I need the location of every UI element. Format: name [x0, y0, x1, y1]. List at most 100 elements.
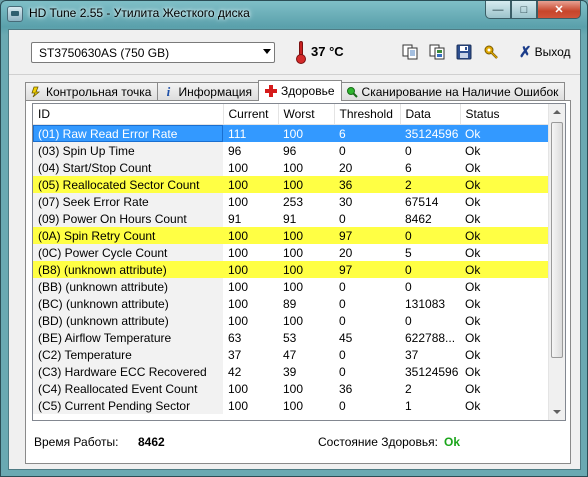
cell-status: Ok	[465, 347, 481, 362]
scroll-up-button[interactable]	[549, 104, 565, 120]
app-icon	[7, 6, 23, 22]
cell-worst: 96	[283, 143, 297, 158]
tab-label: Здоровье	[280, 84, 335, 98]
table-row[interactable]: (C2) Temperature 37 47 0 37 Ok	[33, 346, 549, 363]
cell-current: 42	[228, 364, 242, 379]
table-row[interactable]: (09) Power On Hours Count 91 91 0 8462 Ok	[33, 210, 549, 227]
cell-status: Ok	[465, 194, 481, 209]
cell-worst: 100	[283, 245, 304, 260]
minimize-icon[interactable]: —	[485, 1, 511, 19]
cell-status: Ok	[460, 124, 549, 142]
table-row[interactable]: (C5) Current Pending Sector 100 100 0 1 Ok	[33, 397, 549, 414]
column-header-current[interactable]: Current	[223, 104, 279, 125]
cell-status: Ok	[465, 245, 481, 260]
cell-id: (0A) Spin Retry Count	[33, 227, 223, 244]
copy-info-icon[interactable]	[428, 43, 446, 61]
exit-button[interactable]: ✗ Выход	[519, 42, 570, 62]
cell-data: 35124596	[405, 364, 459, 379]
cell-current: 100	[223, 261, 278, 278]
cell-current: 63	[228, 330, 242, 345]
cell-worst: 47	[283, 347, 297, 362]
cell-current: 100	[228, 160, 249, 175]
options-icon[interactable]	[482, 43, 500, 61]
cell-data: 6	[405, 160, 412, 175]
cell-worst: 89	[283, 296, 297, 311]
cell-threshold: 36	[334, 176, 400, 193]
scroll-down-button[interactable]	[549, 404, 565, 420]
cell-status: Ok	[465, 364, 481, 379]
cell-data: 0	[405, 143, 412, 158]
cell-current: 100	[223, 176, 278, 193]
column-header-id[interactable]: ID	[33, 104, 224, 125]
smart-attributes-table: ID Current Worst Threshold Data Status (…	[33, 104, 550, 414]
window-title: HD Tune 2.55 - Утилита Жесткого диска	[29, 6, 250, 20]
cell-worst: 100	[278, 124, 334, 142]
copy-icon[interactable]	[401, 43, 419, 61]
table-row[interactable]: (07) Seek Error Rate 100 253 30 67514 Ok	[33, 193, 549, 210]
table-row[interactable]: (B8) (unknown attribute) 100 100 97 0 Ok	[33, 261, 549, 278]
cell-id: (09) Power On Hours Count	[33, 210, 223, 227]
cell-data: 2	[405, 381, 412, 396]
tab-label: Информация	[178, 85, 252, 99]
column-header-data[interactable]: Data	[400, 104, 461, 125]
cell-threshold: 45	[339, 330, 353, 345]
close-icon[interactable]: ✕	[537, 1, 581, 19]
cell-data: 5	[405, 245, 412, 260]
tab-strip: Контрольная точка i Информация Здоровье …	[25, 80, 566, 101]
tab-info[interactable]: i Информация	[157, 82, 259, 101]
cell-id: (BC) (unknown attribute)	[33, 295, 223, 312]
cell-worst: 100	[278, 176, 334, 193]
tab-label: Сканирование на Наличие Ошибок	[361, 85, 559, 99]
cell-data: 131083	[405, 296, 446, 311]
cell-worst: 100	[283, 313, 304, 328]
uptime-label: Время Работы:	[34, 435, 119, 449]
scroll-thumb[interactable]	[551, 122, 563, 358]
cell-worst: 100	[283, 381, 304, 396]
cell-current: 100	[228, 194, 249, 209]
cell-id: (BD) (unknown attribute)	[33, 312, 223, 329]
cell-threshold: 0	[339, 398, 346, 413]
cell-id: (04) Start/Stop Count	[33, 159, 223, 176]
table-row[interactable]: (04) Start/Stop Count 100 100 20 6 Ok	[33, 159, 549, 176]
cell-status: Ok	[465, 313, 481, 328]
cell-current: 100	[228, 398, 249, 413]
cell-id: (B8) (unknown attribute)	[33, 261, 223, 278]
table-row[interactable]: (BB) (unknown attribute) 100 100 0 0 Ok	[33, 278, 549, 295]
table-row[interactable]: (0C) Power Cycle Count 100 100 20 5 Ok	[33, 244, 549, 261]
smart-table-view[interactable]: ID Current Worst Threshold Data Status (…	[32, 103, 566, 421]
health-cross-icon	[264, 85, 277, 97]
table-row[interactable]: (BC) (unknown attribute) 100 89 0 131083 Ok	[33, 295, 549, 312]
cell-status: Ok	[465, 330, 481, 345]
table-row[interactable]: (0A) Spin Retry Count 100 100 97 0 Ok	[33, 227, 549, 244]
column-header-status[interactable]: Status	[460, 104, 550, 125]
table-row[interactable]: (C4) Reallocated Event Count 100 100 36 2 Ok	[33, 380, 549, 397]
tab-error-scan[interactable]: Сканирование на Наличие Ошибок	[340, 82, 566, 101]
column-header-worst[interactable]: Worst	[278, 104, 335, 125]
table-row[interactable]: (03) Spin Up Time 96 96 0 0 Ok	[33, 142, 549, 159]
cell-current: 100	[228, 245, 249, 260]
table-row[interactable]: (C3) Hardware ECC Recovered 42 39 0 35124596…	[33, 363, 549, 380]
table-row[interactable]: (05) Reallocated Sector Count 100 100 36 2 Ok	[33, 176, 549, 193]
table-row[interactable]: (BD) (unknown attribute) 100 100 0 0 Ok	[33, 312, 549, 329]
tab-label: Контрольная точка	[46, 85, 152, 99]
drive-select[interactable]: ST3750630AS (750 GB)	[31, 42, 275, 63]
table-row[interactable]: (BE) Airflow Temperature 63 53 45 622788... O…	[33, 329, 549, 346]
cell-threshold: 0	[339, 296, 346, 311]
save-icon[interactable]	[455, 43, 473, 61]
table-row[interactable]: (01) Raw Read Error Rate 111 100 6 35124596 O…	[33, 124, 549, 142]
column-header-threshold[interactable]: Threshold	[334, 104, 401, 125]
vertical-scrollbar[interactable]	[548, 104, 565, 420]
title-bar[interactable]: HD Tune 2.55 - Утилита Жесткого диска — …	[1, 1, 587, 27]
cell-data: 0	[405, 313, 412, 328]
cell-worst: 100	[278, 227, 334, 244]
tab-benchmark[interactable]: Контрольная точка	[25, 82, 159, 101]
cell-data: 2	[400, 176, 460, 193]
cell-data: 1	[405, 398, 412, 413]
cell-id: (C2) Temperature	[33, 346, 223, 363]
uptime-value: 8462	[138, 435, 165, 449]
chevron-down-icon	[263, 49, 271, 54]
cell-data: 35124596	[400, 124, 460, 142]
tab-health[interactable]: Здоровье	[257, 80, 342, 101]
maximize-icon[interactable]: □	[511, 1, 537, 19]
cell-threshold: 0	[339, 279, 346, 294]
